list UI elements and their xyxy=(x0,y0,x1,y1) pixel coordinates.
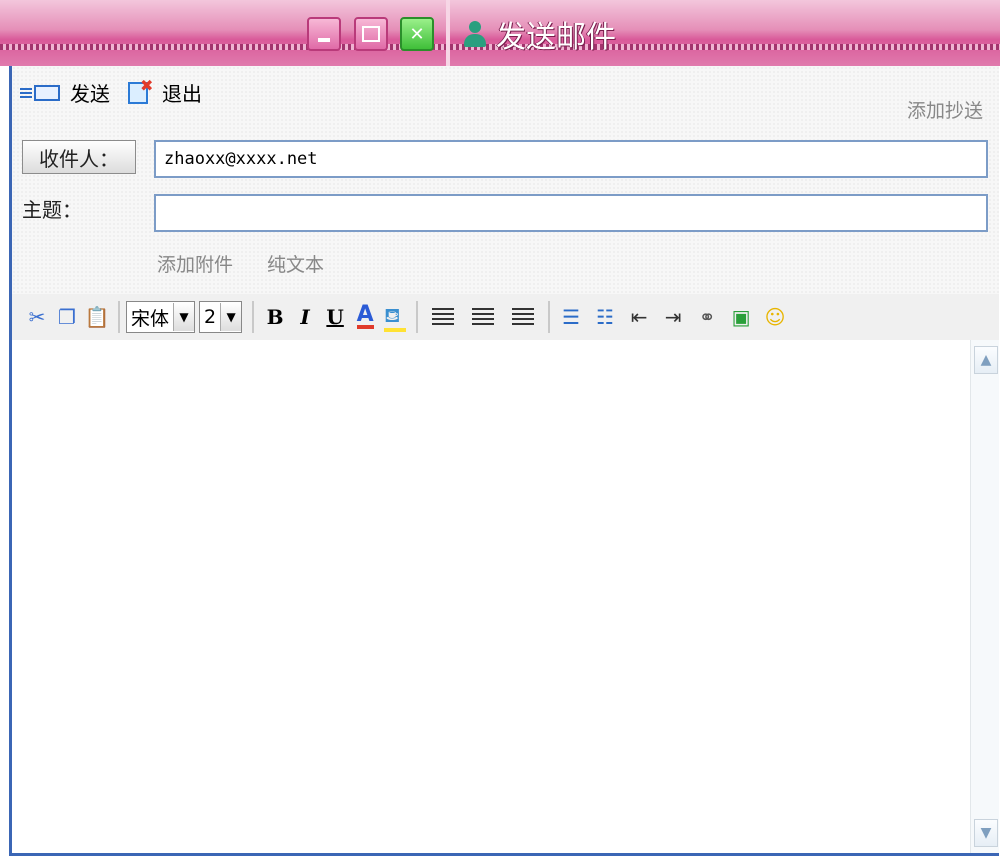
emoticon-button[interactable]: ☺ xyxy=(760,302,790,332)
font-size-select[interactable]: 2 ▼ xyxy=(199,301,243,333)
editor-toolbar: ✂ ❐ 📋 宋体 ▼ 2 ▼ B I U A ⛾ ☰ ☷ ⇤ ⇥ ⚭ ▣ ☺ xyxy=(12,294,999,340)
align-center-button[interactable] xyxy=(468,302,498,332)
link-button[interactable]: ⚭ xyxy=(692,302,722,332)
recipient-button[interactable]: 收件人： xyxy=(22,140,136,174)
toolbar-separator xyxy=(416,301,419,333)
recipient-input[interactable] xyxy=(154,140,988,178)
subject-label: 主题： xyxy=(22,198,82,222)
add-attachment-link[interactable]: 添加附件 xyxy=(157,250,233,277)
paste-icon[interactable]: 📋 xyxy=(82,302,112,332)
font-color-icon: A xyxy=(356,302,374,329)
close-button[interactable]: ✕ xyxy=(400,17,434,51)
minimize-button[interactable] xyxy=(307,17,341,51)
compose-links: 添加附件 纯文本 xyxy=(157,250,324,277)
maximize-button[interactable] xyxy=(354,17,388,51)
message-editor[interactable]: ▲ ▼ xyxy=(12,340,999,853)
indent-button[interactable]: ⇥ xyxy=(658,302,688,332)
align-right-icon xyxy=(512,308,535,326)
window-titlebar: ✕ 发送邮件 xyxy=(0,0,1000,66)
chevron-up-icon[interactable]: ▲ xyxy=(974,346,998,374)
exit-icon xyxy=(128,76,156,106)
font-name-value: 宋体 xyxy=(131,307,170,330)
font-name-select[interactable]: 宋体 ▼ xyxy=(126,301,196,333)
subject-input[interactable] xyxy=(154,194,988,232)
add-cc-link[interactable]: 添加抄送 xyxy=(907,96,983,123)
send-icon xyxy=(20,82,64,104)
toolbar-separator xyxy=(252,301,255,333)
close-icon: ✕ xyxy=(409,23,425,45)
ordered-list-button[interactable]: ☰ xyxy=(556,302,586,332)
align-center-icon xyxy=(472,308,495,326)
align-left-button[interactable] xyxy=(428,302,458,332)
copy-icon[interactable]: ❐ xyxy=(52,302,82,332)
paint-bucket-icon: ⛾ xyxy=(384,303,406,332)
person-icon xyxy=(462,19,488,49)
font-size-value: 2 xyxy=(204,306,217,328)
chevron-down-icon[interactable]: ▼ xyxy=(974,819,998,847)
exit-button[interactable]: 退出 xyxy=(128,76,202,107)
toolbar-separator xyxy=(118,301,120,333)
background-color-button[interactable]: ⛾ xyxy=(380,302,410,332)
send-label: 发送 xyxy=(70,82,110,106)
underline-button[interactable]: U xyxy=(320,302,350,332)
exit-label: 退出 xyxy=(162,82,202,106)
toolbar-separator xyxy=(548,301,551,333)
subject-row: 主题： xyxy=(12,194,988,232)
unordered-list-button[interactable]: ☷ xyxy=(590,302,620,332)
maximize-icon xyxy=(356,19,386,49)
compose-toolbar: 发送 退出 xyxy=(20,76,202,107)
minimize-icon xyxy=(309,19,339,49)
plain-text-link[interactable]: 纯文本 xyxy=(267,250,324,277)
chevron-down-icon: ▼ xyxy=(220,303,242,331)
titlebar-divider xyxy=(446,0,450,66)
image-button[interactable]: ▣ xyxy=(726,302,756,332)
align-left-icon xyxy=(432,308,455,326)
chevron-down-icon: ▼ xyxy=(173,303,195,331)
send-button[interactable]: 发送 xyxy=(20,78,110,107)
editor-scrollbar[interactable]: ▲ ▼ xyxy=(970,340,999,853)
align-right-button[interactable] xyxy=(508,302,538,332)
window-title-text: 发送邮件 xyxy=(496,20,616,55)
font-color-button[interactable]: A xyxy=(350,302,380,332)
cut-icon[interactable]: ✂ xyxy=(22,302,52,332)
italic-button[interactable]: I xyxy=(290,302,320,332)
compose-panel: 发送 退出 添加抄送 收件人： 主题： 添加附件 纯文本 ✂ ❐ 📋 宋体 ▼ … xyxy=(9,66,999,856)
recipient-row: 收件人： xyxy=(12,140,988,178)
outdent-button[interactable]: ⇤ xyxy=(624,302,654,332)
window-title: 发送邮件 xyxy=(462,14,616,55)
bold-button[interactable]: B xyxy=(260,302,290,332)
